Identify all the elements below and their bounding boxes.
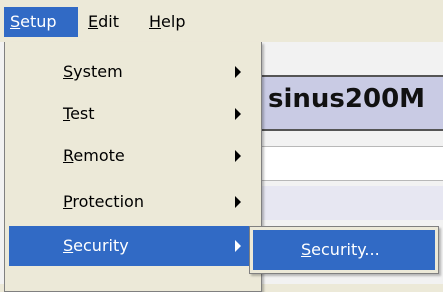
menu-help[interactable]: Help bbox=[143, 7, 203, 37]
menu-item-system[interactable]: System bbox=[9, 52, 257, 92]
submenu-arrow-icon bbox=[235, 240, 241, 252]
menu-edit-mnemonic: E bbox=[88, 12, 99, 31]
menu-item-system-label: System bbox=[63, 52, 123, 92]
submenu-arrow-icon bbox=[235, 66, 241, 78]
menu-item-protection-text: rotection bbox=[72, 192, 144, 211]
submenu-item-security-mnemonic: S bbox=[301, 240, 312, 259]
submenu-item-security-label: Security... bbox=[301, 230, 380, 270]
submenu-item-security[interactable]: Security... bbox=[253, 230, 435, 270]
menu-setup-mnemonic: S bbox=[10, 12, 21, 31]
content-row bbox=[262, 186, 443, 220]
menu-item-system-text: ystem bbox=[73, 62, 123, 81]
menu-setup[interactable]: Setup bbox=[4, 7, 78, 37]
menu-bar: Setup Edit Help bbox=[0, 0, 443, 42]
menu-item-system-mnemonic: S bbox=[63, 62, 74, 81]
submenu-arrow-icon bbox=[235, 150, 241, 162]
menu-edit[interactable]: Edit bbox=[82, 7, 140, 37]
menu-setup-label: etup bbox=[20, 12, 57, 31]
submenu-arrow-icon bbox=[235, 108, 241, 120]
menu-item-security-label: Security bbox=[63, 226, 129, 266]
security-submenu: Security... bbox=[249, 226, 439, 274]
menu-help-mnemonic: H bbox=[149, 12, 162, 31]
menu-item-protection[interactable]: Protection bbox=[9, 182, 257, 222]
menu-item-security-text: ecurity bbox=[73, 236, 129, 255]
menu-item-test-text: est bbox=[70, 104, 95, 123]
menu-item-test-mnemonic: T bbox=[63, 104, 71, 123]
setup-dropdown-menu: System Test Remote Protection Security bbox=[4, 42, 262, 292]
submenu-item-security-text: ecurity... bbox=[311, 240, 380, 259]
menu-item-protection-mnemonic: P bbox=[63, 192, 73, 211]
menu-edit-label: dit bbox=[98, 12, 119, 31]
menu-item-remote-label: Remote bbox=[63, 136, 125, 176]
submenu-arrow-icon bbox=[235, 196, 241, 208]
app-title: sinus200M bbox=[268, 84, 426, 114]
menu-item-test-label: Test bbox=[63, 94, 95, 134]
menu-item-protection-label: Protection bbox=[63, 182, 144, 222]
menu-item-remote-mnemonic: R bbox=[63, 146, 74, 165]
menu-item-test[interactable]: Test bbox=[9, 94, 257, 134]
menu-item-security[interactable]: Security bbox=[9, 226, 257, 266]
input-row[interactable] bbox=[262, 146, 443, 181]
menu-item-remote-text: emote bbox=[73, 146, 125, 165]
menu-item-security-mnemonic: S bbox=[63, 236, 74, 255]
menu-item-remote[interactable]: Remote bbox=[9, 136, 257, 176]
menu-help-label: elp bbox=[161, 12, 186, 31]
